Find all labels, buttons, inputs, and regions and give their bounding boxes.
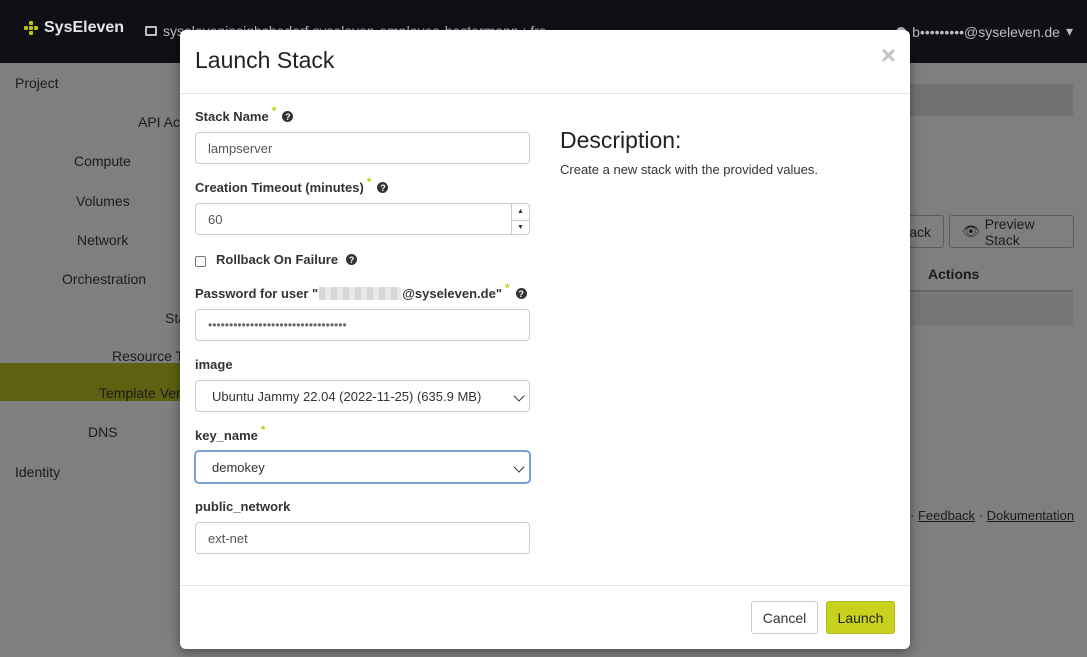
- launch-stack-button-label: ack: [909, 223, 931, 240]
- sidebar-item-resource-types[interactable]: Resource Ty: [112, 348, 190, 364]
- documentation-link[interactable]: Dokumentation: [987, 508, 1074, 523]
- table-row: [910, 293, 1073, 325]
- key-name-label: key_name *: [195, 423, 266, 444]
- footer-links: · Feedback · Dokumentation: [910, 508, 1074, 523]
- image-select-value: Ubuntu Jammy 22.04 (2022-11-25) (635.9 M…: [212, 388, 482, 404]
- required-mark: *: [260, 422, 266, 437]
- modal-footer: Cancel Launch: [180, 585, 910, 649]
- password-input[interactable]: •••••••••••••••••••••••••••••••••: [195, 309, 530, 341]
- description-text: Create a new stack with the provided val…: [560, 162, 818, 177]
- password-label: Password for user " @syseleven.de" * ?: [195, 281, 527, 301]
- project-icon: [145, 26, 157, 36]
- rollback-checkbox[interactable]: [195, 256, 206, 267]
- stack-name-label-text: Stack Name: [195, 109, 269, 124]
- description-heading: Description:: [560, 127, 682, 153]
- spinner-up-icon[interactable]: ▲: [512, 204, 529, 220]
- sidebar-item-template-versions[interactable]: Template Vers: [99, 385, 188, 401]
- brand-name: SysEleven: [44, 19, 125, 36]
- image-label: image: [195, 357, 233, 372]
- brand[interactable]: SysEleven: [24, 19, 124, 37]
- footer-separator: ·: [978, 508, 984, 523]
- key-name-select-value: demokey: [212, 459, 265, 475]
- sidebar-item-project[interactable]: Project: [15, 75, 59, 91]
- question-circle-icon[interactable]: ?: [515, 288, 527, 299]
- password-label-prefix: Password for user ": [195, 286, 319, 301]
- required-mark: *: [366, 174, 372, 189]
- password-label-suffix: @syseleven.de": [402, 286, 502, 301]
- redacted-username: [319, 287, 402, 300]
- image-select[interactable]: Ubuntu Jammy 22.04 (2022-11-25) (635.9 M…: [195, 380, 530, 412]
- eye-icon: 👁: [962, 223, 980, 239]
- spinner-down-icon[interactable]: ▼: [512, 219, 529, 236]
- user-menu[interactable]: b•••••••••@syseleven.de ▾: [896, 23, 1073, 40]
- actions-column-header: Actions: [928, 266, 980, 282]
- sidebar-item-volumes[interactable]: Volumes: [76, 193, 130, 209]
- creation-timeout-input[interactable]: 60 ▲ ▼: [195, 203, 530, 235]
- chevron-down-icon: [513, 461, 525, 473]
- question-circle-icon[interactable]: ?: [346, 254, 358, 265]
- creation-timeout-label: Creation Timeout (minutes) * ?: [195, 175, 389, 195]
- creation-timeout-label-text: Creation Timeout (minutes): [195, 180, 364, 195]
- preview-stack-button[interactable]: 👁 Preview Stack: [949, 215, 1074, 248]
- page-header-bar: [910, 84, 1073, 116]
- stack-name-input[interactable]: lampserver: [195, 132, 530, 164]
- key-name-label-text: key_name: [195, 428, 258, 443]
- rollback-label: Rollback On Failure ?: [216, 252, 358, 267]
- question-circle-icon[interactable]: ?: [282, 111, 294, 122]
- modal-header: Launch Stack ×: [180, 30, 910, 94]
- chevron-down-icon: [513, 390, 525, 402]
- required-mark: *: [271, 103, 277, 118]
- chevron-down-icon: ▾: [1065, 23, 1073, 39]
- syseleven-logo-icon: [24, 21, 38, 35]
- sidebar-item-compute[interactable]: Compute: [74, 153, 131, 169]
- key-name-select[interactable]: demokey: [195, 451, 530, 483]
- public-network-label: public_network: [195, 499, 291, 514]
- feedback-link[interactable]: Feedback: [918, 508, 975, 523]
- modal-title: Launch Stack: [195, 47, 335, 73]
- user-menu-label: b•••••••••@syseleven.de: [912, 23, 1060, 40]
- timeout-spinner[interactable]: ▲ ▼: [511, 204, 529, 235]
- sidebar-item-dns[interactable]: DNS: [88, 424, 118, 440]
- footer-separator: ·: [910, 508, 915, 523]
- preview-stack-button-label: Preview Stack: [984, 215, 1035, 248]
- launch-stack-modal: Launch Stack × Stack Name * ? lampserver…: [180, 30, 910, 649]
- close-icon[interactable]: ×: [881, 40, 896, 71]
- creation-timeout-value: 60: [208, 211, 223, 227]
- cancel-button[interactable]: Cancel: [751, 601, 818, 634]
- table-header-divider: [910, 290, 1073, 292]
- sidebar-item-network[interactable]: Network: [77, 232, 128, 248]
- stack-name-label: Stack Name * ?: [195, 104, 294, 124]
- sidebar-item-identity[interactable]: Identity: [15, 464, 60, 480]
- required-mark: *: [505, 280, 510, 295]
- launch-button[interactable]: Launch: [826, 601, 895, 634]
- sidebar-item-orchestration[interactable]: Orchestration: [62, 271, 146, 287]
- public-network-input[interactable]: ext-net: [195, 522, 530, 554]
- sidebar: Project API Acc Compute Volumes Network …: [0, 63, 200, 657]
- rollback-label-text: Rollback On Failure: [216, 252, 339, 267]
- question-circle-icon[interactable]: ?: [377, 182, 389, 193]
